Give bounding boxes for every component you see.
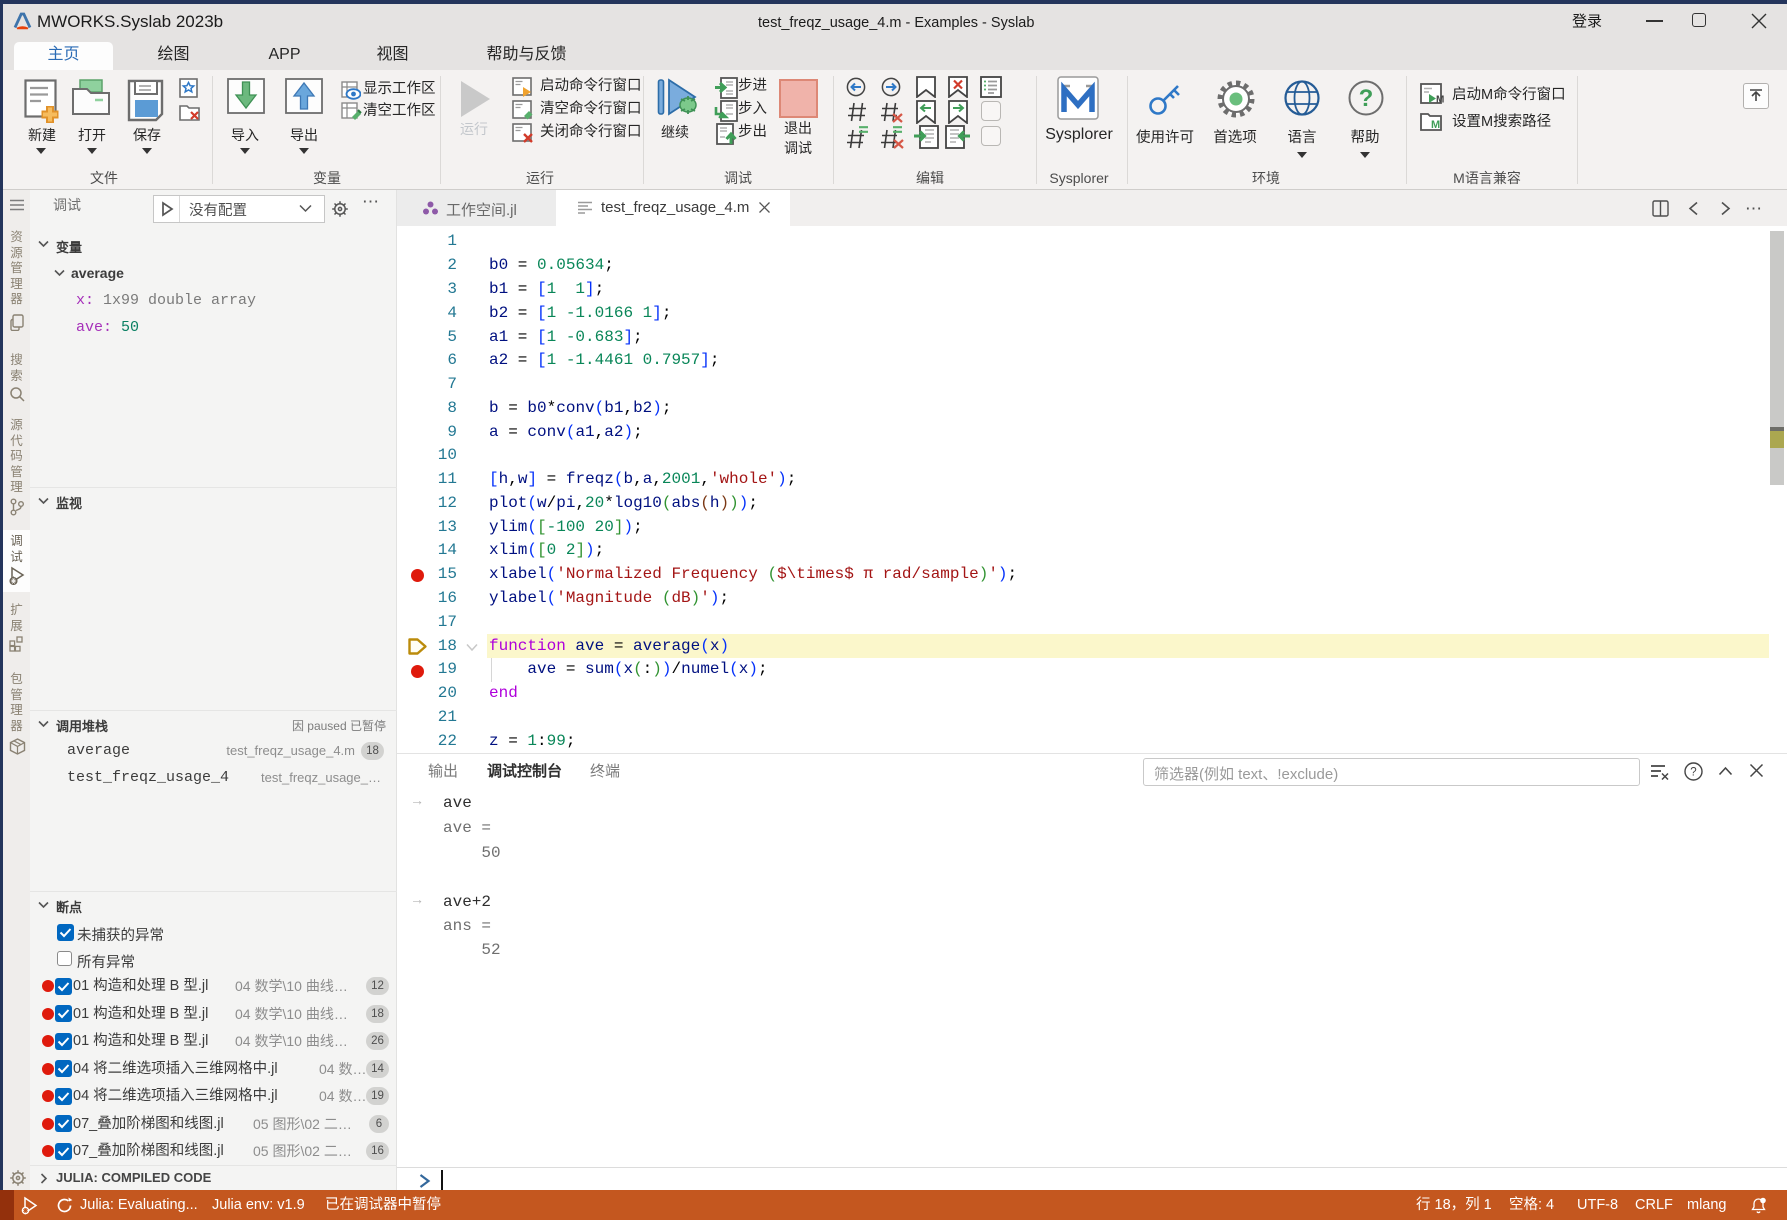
svg-text:M: M [1431,119,1440,131]
svg-text:?: ? [1690,767,1696,779]
svg-text:M: M [1436,95,1444,106]
svg-text:?: ? [1359,85,1374,112]
